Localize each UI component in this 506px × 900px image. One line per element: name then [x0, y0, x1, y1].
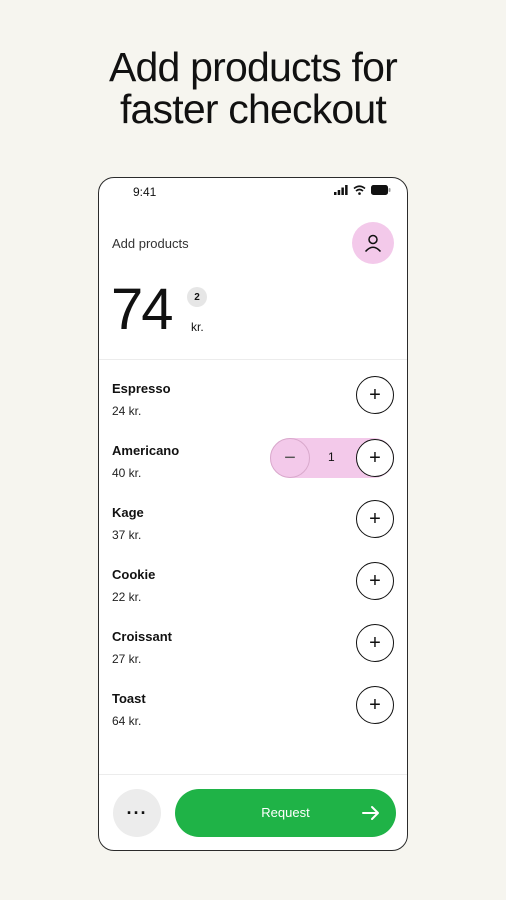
add-kage-button[interactable]: +	[356, 500, 394, 538]
plus-icon: +	[369, 383, 381, 406]
quantity-value: 1	[328, 450, 335, 464]
arrow-right-icon	[362, 806, 379, 820]
headline: Add products for faster checkout	[0, 46, 506, 130]
plus-icon: +	[369, 507, 381, 530]
product-price: 40 kr.	[112, 466, 142, 480]
add-espresso-button[interactable]: +	[356, 376, 394, 414]
divider	[99, 359, 407, 360]
order-total: 74	[111, 277, 173, 342]
status-icons	[334, 185, 391, 195]
item-count-badge: 2	[187, 287, 207, 307]
product-row-americano: Americano 40 kr. − 1 +	[99, 438, 407, 505]
divider	[99, 774, 407, 775]
product-price: 64 kr.	[112, 714, 142, 728]
product-row-espresso: Espresso 24 kr. +	[99, 376, 407, 443]
more-options-button[interactable]: ···	[113, 789, 161, 837]
quantity-stepper: − 1 +	[270, 438, 394, 478]
total-currency: kr.	[191, 320, 204, 334]
product-name: Croissant	[112, 629, 172, 644]
plus-icon: +	[369, 569, 381, 592]
decrease-americano-button[interactable]: −	[270, 438, 310, 478]
phone-frame: 9:41 Add products 74 2 kr. Espresso 24 k…	[98, 177, 408, 851]
product-name: Espresso	[112, 381, 171, 396]
product-name: Americano	[112, 443, 180, 458]
status-bar: 9:41	[99, 178, 407, 206]
add-americano-button[interactable]: +	[356, 439, 394, 477]
product-price: 27 kr.	[112, 652, 142, 666]
product-price: 24 kr.	[112, 404, 142, 418]
request-button[interactable]: Request	[175, 789, 396, 837]
plus-icon: +	[369, 446, 381, 469]
product-row-croissant: Croissant 27 kr. +	[99, 624, 407, 691]
product-row-kage: Kage 37 kr. +	[99, 500, 407, 567]
battery-icon	[371, 185, 391, 195]
product-price: 22 kr.	[112, 590, 142, 604]
profile-button[interactable]	[352, 222, 394, 264]
minus-icon: −	[284, 446, 296, 469]
add-cookie-button[interactable]: +	[356, 562, 394, 600]
product-row-toast: Toast 64 kr. +	[99, 686, 407, 753]
product-price: 37 kr.	[112, 528, 142, 542]
add-croissant-button[interactable]: +	[356, 624, 394, 662]
product-row-cookie: Cookie 22 kr. +	[99, 562, 407, 629]
plus-icon: +	[369, 693, 381, 716]
wifi-icon	[353, 185, 366, 195]
product-name: Toast	[112, 691, 146, 706]
user-icon	[364, 234, 382, 253]
product-name: Kage	[112, 505, 144, 520]
page-title: Add products	[112, 236, 189, 251]
status-time: 9:41	[133, 185, 157, 199]
headline-line-1: Add products for	[108, 44, 398, 90]
product-name: Cookie	[112, 567, 156, 582]
signal-icon	[334, 185, 348, 195]
plus-icon: +	[369, 631, 381, 654]
headline-line-2: faster checkout	[119, 86, 387, 132]
add-toast-button[interactable]: +	[356, 686, 394, 724]
